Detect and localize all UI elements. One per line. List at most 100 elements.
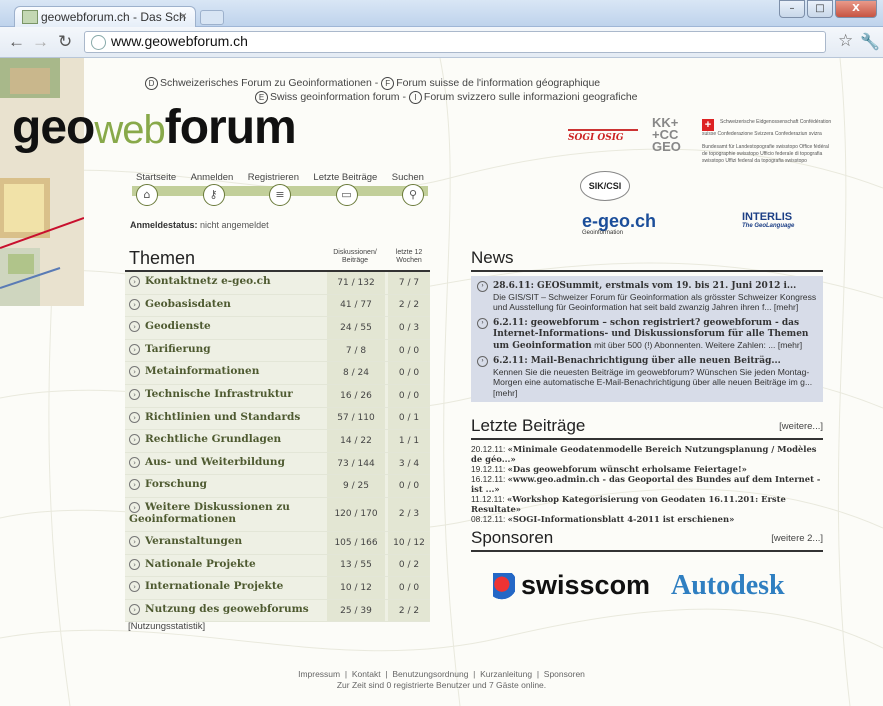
address-bar[interactable]: www.geowebforum.ch (84, 31, 826, 53)
swiss-confederation-logo[interactable]: + Schweizerische Eidgenossenschaft Conféd… (702, 119, 832, 165)
table-row[interactable]: › Forschung 9 / 25 0 / 0 (125, 475, 430, 498)
key-icon[interactable]: ⚷ (202, 184, 225, 206)
swisscom-logo[interactable]: swisscom (493, 570, 650, 601)
news-item[interactable]: › 28.6.11: GEOSummit, erstmals vom 19. b… (475, 280, 817, 313)
usage-statistics-link[interactable]: [Nutzungsstatistik] (128, 621, 205, 632)
topic-name: Rechtliche Grundlagen (145, 433, 282, 446)
browser-tab[interactable]: geowebforum.ch - Das Sch × (14, 6, 196, 27)
table-row[interactable]: › Geodienste 24 / 55 0 / 3 (125, 317, 430, 340)
list-item[interactable]: 11.12.11: «Workshop Kategorisierung von … (471, 494, 823, 514)
topic-link[interactable]: › Metainformationen (129, 365, 325, 378)
home-icon[interactable]: ⌂ (136, 184, 158, 206)
site-logo[interactable]: geowebforum (12, 100, 297, 155)
menu-label-startseite[interactable]: Startseite (136, 172, 176, 183)
footer-link-kontakt[interactable]: Kontakt (352, 669, 381, 679)
topic-discussions-count: 16 / 26 (327, 384, 385, 407)
list-item[interactable]: 16.12.11: «www.geo.admin.ch - das Geopor… (471, 474, 823, 494)
wrench-icon[interactable]: 🔧 (860, 32, 880, 52)
close-window-button[interactable]: X (835, 0, 877, 18)
lang-badge-f: F (381, 77, 395, 90)
news-headline[interactable]: 6.2.11: Mail-Benachrichtigung über alle … (493, 356, 781, 366)
topic-recent-count: 2 / 2 (388, 294, 430, 317)
lang-link-it[interactable]: Forum svizzero sulle informazioni geogra… (424, 91, 638, 103)
post-date: 19.12.11: (471, 464, 506, 474)
topic-link[interactable]: › Geodienste (129, 320, 325, 333)
e-geo-logo[interactable]: e-geo.ch Geoinformation (582, 211, 656, 236)
tab-close-icon[interactable]: × (180, 9, 187, 23)
autodesk-logo[interactable]: Autodesk (671, 570, 785, 602)
bookmark-star-icon[interactable]: ☆ (838, 31, 853, 51)
table-row[interactable]: › Internationale Projekte 10 / 12 0 / 0 (125, 577, 430, 600)
footer-link-benutzungsordnung[interactable]: Benutzungsordnung (392, 669, 468, 679)
topic-link[interactable]: › Rechtliche Grundlagen (129, 433, 325, 446)
sogi-logo[interactable]: SOGI OSIG (568, 129, 638, 161)
table-row[interactable]: › Geobasisdaten 41 / 77 2 / 2 (125, 294, 430, 318)
news-headline[interactable]: 28.6.11: GEOSummit, erstmals vom 19. bis… (493, 281, 796, 291)
main-menu: Startseite Anmelden Registrieren Letzte … (132, 172, 428, 206)
table-row[interactable]: › Aus- und Weiterbildung 73 / 144 3 / 4 (125, 452, 430, 476)
table-row[interactable]: › Technische Infrastruktur 16 / 26 0 / 0 (125, 384, 430, 408)
menu-label-suchen[interactable]: Suchen (392, 172, 424, 183)
list-item[interactable]: 08.12.11: «SOGI-Informationsblatt 4-2011… (471, 514, 823, 524)
lang-link-fr[interactable]: Forum suisse de l'information géographiq… (396, 77, 600, 89)
topic-name: Internationale Projekte (145, 580, 284, 593)
lang-link-de[interactable]: Schweizerisches Forum zu Geoinformatione… (160, 77, 372, 89)
topic-link[interactable]: › Technische Infrastruktur (129, 388, 325, 400)
menu-label-letzte[interactable]: Letzte Beiträge (313, 172, 377, 183)
topic-recent-count: 0 / 2 (388, 554, 430, 577)
back-icon[interactable]: ← (8, 32, 25, 52)
topic-link[interactable]: › Nutzung des geowebforums (129, 603, 325, 615)
topic-link[interactable]: › Kontaktnetz e-geo.ch (129, 275, 325, 287)
table-row[interactable]: › Nationale Projekte 13 / 55 0 / 2 (125, 554, 430, 578)
folder-icon[interactable]: ▭ (335, 184, 358, 206)
list-item[interactable]: 19.12.11: «Das geowebforum wünscht erhol… (471, 464, 823, 474)
news-item[interactable]: › 6.2.11: geowebforum – schon registrier… (475, 317, 817, 352)
arrow-right-icon: › (129, 366, 140, 378)
table-row[interactable]: › Kontaktnetz e-geo.ch 71 / 132 7 / 7 (125, 272, 430, 295)
search-icon[interactable]: ⚲ (402, 184, 424, 206)
topic-link[interactable]: › Internationale Projekte (129, 580, 325, 593)
topic-link[interactable]: › Weitere Diskussionen zu Geoinformatione… (129, 501, 325, 525)
sponsors-more-link[interactable]: [weitere 2...] (771, 533, 823, 544)
footer-link-kurzanleitung[interactable]: Kurzanleitung (480, 669, 532, 679)
topic-link[interactable]: › Richtlinien und Standards (129, 411, 325, 423)
topic-link[interactable]: › Nationale Projekte (129, 558, 325, 570)
post-title[interactable]: «Workshop Kategorisierung von Geodaten 1… (471, 494, 786, 514)
footer-link-impressum[interactable]: Impressum (298, 669, 340, 679)
post-date: 11.12.11: (471, 494, 505, 504)
list-item[interactable]: 20.12.11: «Minimale Geodatenmodelle Bere… (471, 444, 823, 464)
post-title[interactable]: «Das geowebforum wünscht erholsame Feier… (508, 464, 747, 474)
latest-posts-more-link[interactable]: [weitere...] (779, 421, 823, 432)
maximize-button[interactable]: □ (807, 0, 833, 18)
topic-discussions-count: 9 / 25 (327, 475, 385, 497)
table-row[interactable]: › Weitere Diskussionen zu Geoinformatione… (125, 497, 430, 532)
interlis-logo[interactable]: INTERLIS The GeoLanguage (742, 211, 794, 229)
table-row[interactable]: › Rechtliche Grundlagen 14 / 22 1 / 1 (125, 430, 430, 453)
menu-label-registrieren[interactable]: Registrieren (248, 172, 299, 183)
kkgeo-logo[interactable]: KK+ +CC GEO (652, 116, 681, 153)
topic-link[interactable]: › Geobasisdaten (129, 298, 325, 310)
sponsors-title: Sponsoren (471, 528, 554, 547)
topic-link[interactable]: › Forschung (129, 478, 325, 491)
table-row[interactable]: › Nutzung des geowebforums 25 / 39 2 / 2 (125, 599, 430, 623)
table-row[interactable]: › Metainformationen 8 / 24 0 / 0 (125, 362, 430, 385)
sik-csi-logo[interactable]: SIK/CSI (580, 171, 630, 201)
topic-link[interactable]: › Aus- und Weiterbildung (129, 456, 325, 468)
forward-icon[interactable]: → (32, 32, 49, 52)
table-row[interactable]: › Richtlinien und Standards 57 / 110 0 / 1 (125, 407, 430, 431)
news-item[interactable]: › 6.2.11: Mail-Benachrichtigung über all… (475, 355, 817, 398)
reload-icon[interactable]: ↻ (58, 32, 72, 52)
post-title[interactable]: «Minimale Geodatenmodelle Bereich Nutzun… (471, 444, 816, 464)
post-title[interactable]: «www.geo.admin.ch - das Geoportal des Bu… (471, 474, 820, 494)
new-tab-button[interactable] (200, 10, 224, 25)
footer-link-sponsoren[interactable]: Sponsoren (544, 669, 585, 679)
topic-link[interactable]: › Tarifierung (129, 343, 325, 355)
table-row[interactable]: › Veranstaltungen 105 / 166 10 / 12 (125, 531, 430, 555)
arrow-right-icon: › (129, 535, 140, 547)
table-row[interactable]: › Tarifierung 7 / 80 / 0 (125, 339, 430, 363)
topic-link[interactable]: › Veranstaltungen (129, 535, 325, 547)
menu-label-anmelden[interactable]: Anmelden (191, 172, 234, 183)
register-form-icon[interactable]: ≡ (269, 184, 291, 206)
minimize-button[interactable]: – (779, 0, 805, 18)
post-title[interactable]: «SOGI-Informationsblatt 4-2011 ist ersch… (508, 514, 735, 524)
